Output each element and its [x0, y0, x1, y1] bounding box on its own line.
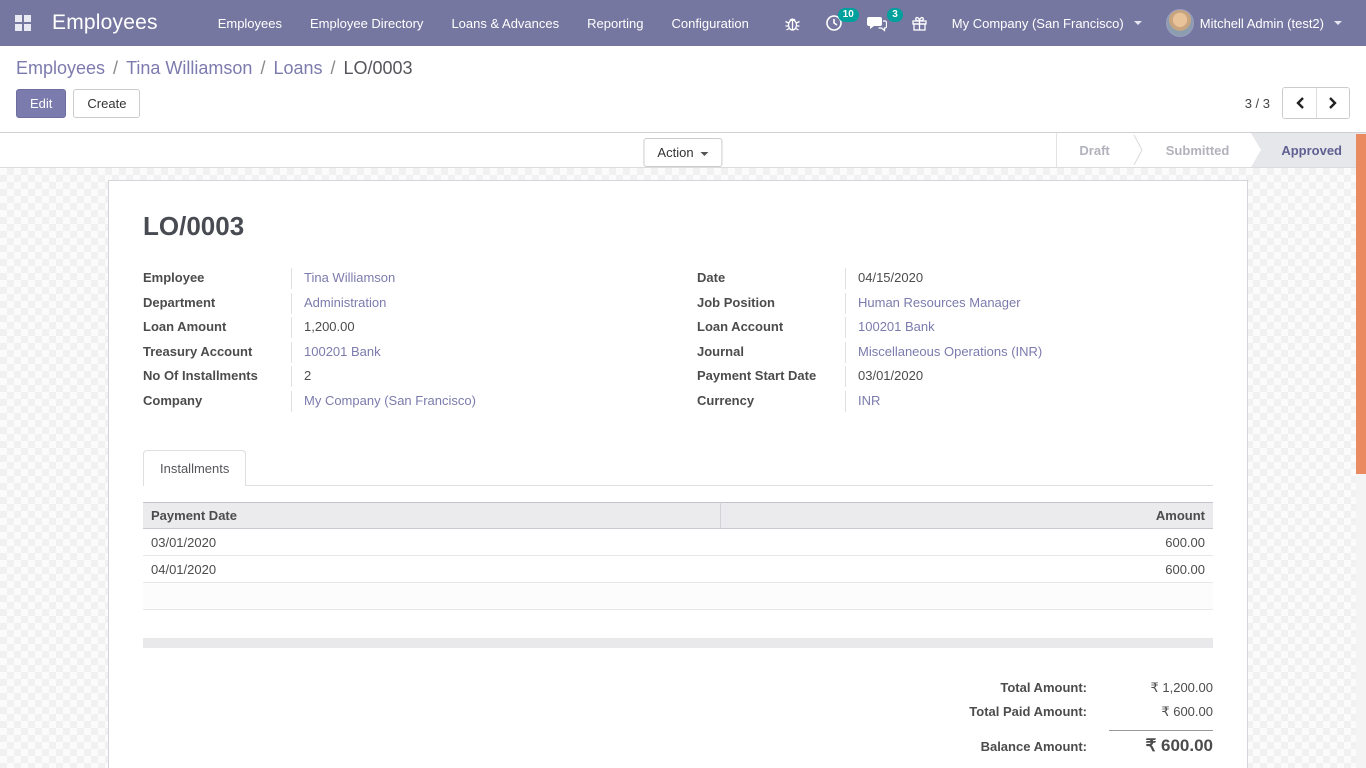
debug-bug-icon[interactable] [776, 9, 809, 38]
field-grid: Employee Tina Williamson Department Admi… [143, 268, 1213, 415]
avatar [1166, 9, 1194, 37]
menu-item-employee-directory[interactable]: Employee Directory [298, 8, 435, 39]
payment-start-date-value: 03/01/2020 [845, 366, 1213, 387]
menu-item-configuration[interactable]: Configuration [660, 8, 761, 39]
user-menu[interactable]: Mitchell Admin (test2) [1158, 3, 1350, 43]
navbar-right: 10 3 My Company (San Francisco) Mitchell… [776, 3, 1350, 43]
total-paid-amount-row: Total Paid Amount: ₹ 600.00 [969, 700, 1213, 724]
balance-amount-row: Balance Amount: ₹ 600.00 [981, 724, 1213, 760]
pager-next-button[interactable] [1316, 88, 1349, 118]
edit-button[interactable]: Edit [16, 89, 66, 118]
pager-previous-button[interactable] [1283, 88, 1316, 118]
statusbar-chevron-icon [1132, 133, 1144, 167]
breadcrumb: Employees/Tina Williamson/Loans/LO/0003 [0, 46, 1366, 83]
field-job-position: Job Position Human Resources Manager [697, 293, 1213, 318]
field-payment-start-date: Payment Start Date 03/01/2020 [697, 366, 1213, 391]
vertical-scrollbar-thumb[interactable] [1356, 134, 1366, 474]
column-header-payment-date[interactable]: Payment Date [143, 503, 721, 529]
loan-account-link[interactable]: 100201 Bank [845, 317, 1213, 338]
field-date: Date 04/15/2020 [697, 268, 1213, 293]
total-amount-row: Total Amount: ₹ 1,200.00 [1000, 676, 1213, 700]
field-employee: Employee Tina Williamson [143, 268, 659, 293]
table-empty-row [143, 583, 1213, 610]
payment-date-cell[interactable]: 03/01/2020 [143, 529, 721, 556]
field-loan-amount: Loan Amount 1,200.00 [143, 317, 659, 342]
table-row[interactable]: 04/01/2020 600.00 [143, 556, 1213, 583]
message-count-badge: 3 [887, 8, 903, 22]
breadcrumb-tina-williamson[interactable]: Tina Williamson [126, 58, 252, 78]
control-panel: Employees/Tina Williamson/Loans/LO/0003 … [0, 46, 1366, 133]
field-department: Department Administration [143, 293, 659, 318]
breadcrumb-current: LO/0003 [344, 58, 413, 78]
amount-cell[interactable]: 600.00 [721, 556, 1213, 583]
currency-link[interactable]: INR [845, 391, 1213, 412]
field-journal: Journal Miscellaneous Operations (INR) [697, 342, 1213, 367]
breadcrumb-loans[interactable]: Loans [273, 58, 322, 78]
pager-value: 3 / 3 [1245, 96, 1270, 111]
field-loan-account: Loan Account 100201 Bank [697, 317, 1213, 342]
messages-chat-icon[interactable]: 3 [859, 8, 895, 38]
apps-menu-icon[interactable] [8, 8, 38, 38]
company-link[interactable]: My Company (San Francisco) [291, 391, 659, 412]
menu-item-reporting[interactable]: Reporting [575, 8, 655, 39]
totals-section: Total Amount: ₹ 1,200.00 Total Paid Amou… [143, 676, 1213, 760]
action-dropdown-button[interactable]: Action [643, 138, 722, 167]
payment-date-cell[interactable]: 04/01/2020 [143, 556, 721, 583]
form-view-background: LO/0003 Employee Tina Williamson Departm… [0, 168, 1366, 768]
balance-amount-value: ₹ 600.00 [1109, 730, 1213, 756]
date-value: 04/15/2020 [845, 268, 1213, 289]
menu-item-loans-advances[interactable]: Loans & Advances [439, 8, 571, 39]
field-treasury-account: Treasury Account 100201 Bank [143, 342, 659, 367]
vertical-scrollbar-track[interactable] [1356, 134, 1366, 768]
amount-cell[interactable]: 600.00 [721, 529, 1213, 556]
record-title: LO/0003 [143, 211, 1213, 242]
field-company: Company My Company (San Francisco) [143, 391, 659, 416]
installments-table: Payment Date Amount 03/01/2020 600.00 04… [143, 502, 1213, 610]
app-brand[interactable]: Employees [52, 11, 158, 35]
notebook: Installments Payment Date Amount 03/01/2… [143, 449, 1213, 648]
main-menu: Employees Employee Directory Loans & Adv… [206, 8, 761, 39]
table-row[interactable]: 03/01/2020 600.00 [143, 529, 1213, 556]
form-sheet: LO/0003 Employee Tina Williamson Departm… [108, 180, 1248, 768]
tab-installments[interactable]: Installments [143, 450, 246, 486]
top-navbar: Employees Employees Employee Directory L… [0, 0, 1366, 46]
loan-amount-value: 1,200.00 [291, 317, 659, 338]
status-step-submitted[interactable]: Submitted [1144, 133, 1252, 167]
chevron-down-icon [1334, 21, 1342, 25]
chevron-down-icon [701, 152, 709, 156]
field-currency: Currency INR [697, 391, 1213, 416]
activities-clock-icon[interactable]: 10 [817, 8, 851, 38]
column-header-amount[interactable]: Amount [721, 503, 1213, 529]
treasury-account-link[interactable]: 100201 Bank [291, 342, 659, 363]
table-footer-bar [143, 638, 1213, 648]
activity-count-badge: 10 [838, 8, 859, 22]
total-paid-amount-value: ₹ 600.00 [1109, 704, 1213, 720]
breadcrumb-employees[interactable]: Employees [16, 58, 105, 78]
journal-link[interactable]: Miscellaneous Operations (INR) [845, 342, 1213, 363]
installments-count-value: 2 [291, 366, 659, 387]
gift-icon[interactable] [903, 9, 936, 38]
job-position-link[interactable]: Human Resources Manager [845, 293, 1213, 314]
create-button[interactable]: Create [73, 89, 140, 118]
chevron-down-icon [1134, 21, 1142, 25]
tab-bar: Installments [143, 449, 1213, 486]
field-no-of-installments: No Of Installments 2 [143, 366, 659, 391]
menu-item-employees[interactable]: Employees [206, 8, 294, 39]
employee-link[interactable]: Tina Williamson [291, 268, 659, 289]
total-amount-value: ₹ 1,200.00 [1109, 680, 1213, 696]
status-step-approved[interactable]: Approved [1251, 133, 1366, 167]
company-switcher[interactable]: My Company (San Francisco) [944, 10, 1150, 37]
department-link[interactable]: Administration [291, 293, 659, 314]
status-step-draft[interactable]: Draft [1057, 133, 1131, 167]
